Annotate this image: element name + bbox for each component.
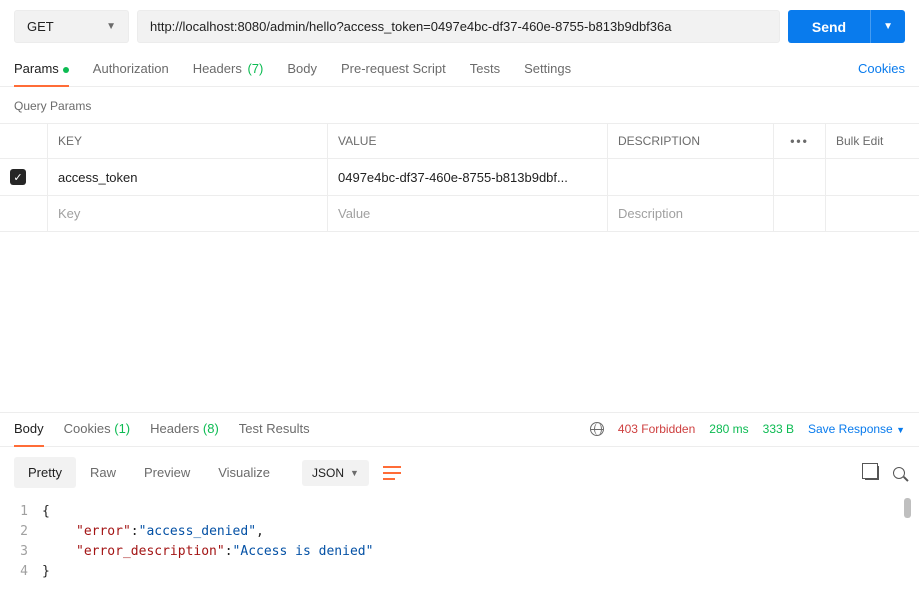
url-input[interactable] [137,10,780,43]
response-time: 280 ms [709,422,748,436]
tab-headers[interactable]: Headers (7) [193,61,264,86]
col-more[interactable]: ••• [774,124,826,158]
http-method-select[interactable]: GET ▼ [14,10,129,43]
tab-tests[interactable]: Tests [470,61,500,86]
more-dots-icon: ••• [784,134,815,148]
scrollbar-thumb[interactable] [904,498,911,518]
view-raw[interactable]: Raw [76,457,130,488]
new-value-input[interactable]: Value [328,196,608,231]
resp-tab-tests[interactable]: Test Results [239,421,310,446]
resp-tab-headers[interactable]: Headers (8) [150,421,219,446]
resp-tab-body[interactable]: Body [14,421,44,446]
chevron-down-icon: ▼ [896,425,905,435]
view-visualize[interactable]: Visualize [204,457,284,488]
tab-authorization[interactable]: Authorization [93,61,169,86]
globe-icon[interactable] [590,422,604,436]
tab-prerequest[interactable]: Pre-request Script [341,61,446,86]
tab-settings[interactable]: Settings [524,61,571,86]
response-body-code[interactable]: 1{ 2"error": "access_denied", 3"error_de… [14,502,905,582]
resp-tab-cookies[interactable]: Cookies (1) [64,421,130,446]
cookies-link[interactable]: Cookies [858,61,905,86]
checkbox-checked-icon: ✓ [10,169,26,185]
new-description-input[interactable]: Description [608,196,774,231]
col-description: DESCRIPTION [608,124,774,158]
view-preview[interactable]: Preview [130,457,204,488]
tab-body[interactable]: Body [287,61,317,86]
send-button[interactable]: Send ▼ [788,10,905,43]
send-button-label: Send [788,19,870,35]
col-key: KEY [48,124,328,158]
row-value-cell[interactable]: 0497e4bc-df37-460e-8755-b813b9dbf... [328,159,608,195]
query-params-table: KEY VALUE DESCRIPTION ••• Bulk Edit ✓ ac… [0,123,919,232]
format-select[interactable]: JSON▼ [302,460,369,486]
bulk-edit-button[interactable]: Bulk Edit [826,124,919,158]
save-response-button[interactable]: Save Response ▼ [808,422,905,436]
chevron-down-icon: ▼ [106,21,116,32]
col-value: VALUE [328,124,608,158]
view-pretty[interactable]: Pretty [14,457,76,488]
query-params-heading: Query Params [0,87,919,123]
send-caret-icon[interactable]: ▼ [870,10,905,43]
new-key-input[interactable]: Key [48,196,328,231]
row-key-cell[interactable]: access_token [48,159,328,195]
chevron-down-icon: ▼ [350,468,359,478]
search-icon[interactable] [893,467,905,479]
table-row-empty: Key Value Description [0,196,919,231]
http-method-value: GET [27,19,54,34]
copy-icon[interactable] [865,466,879,480]
params-modified-dot [63,67,69,73]
status-code: 403 Forbidden [618,422,695,436]
wrap-lines-icon[interactable] [383,466,401,480]
table-header-row: KEY VALUE DESCRIPTION ••• Bulk Edit [0,124,919,159]
table-row: ✓ access_token 0497e4bc-df37-460e-8755-b… [0,159,919,196]
col-checkbox [0,124,48,158]
tab-params[interactable]: Params [14,61,69,86]
row-checkbox-cell[interactable]: ✓ [0,159,48,195]
row-description-cell[interactable] [608,159,774,195]
response-size: 333 B [763,422,794,436]
